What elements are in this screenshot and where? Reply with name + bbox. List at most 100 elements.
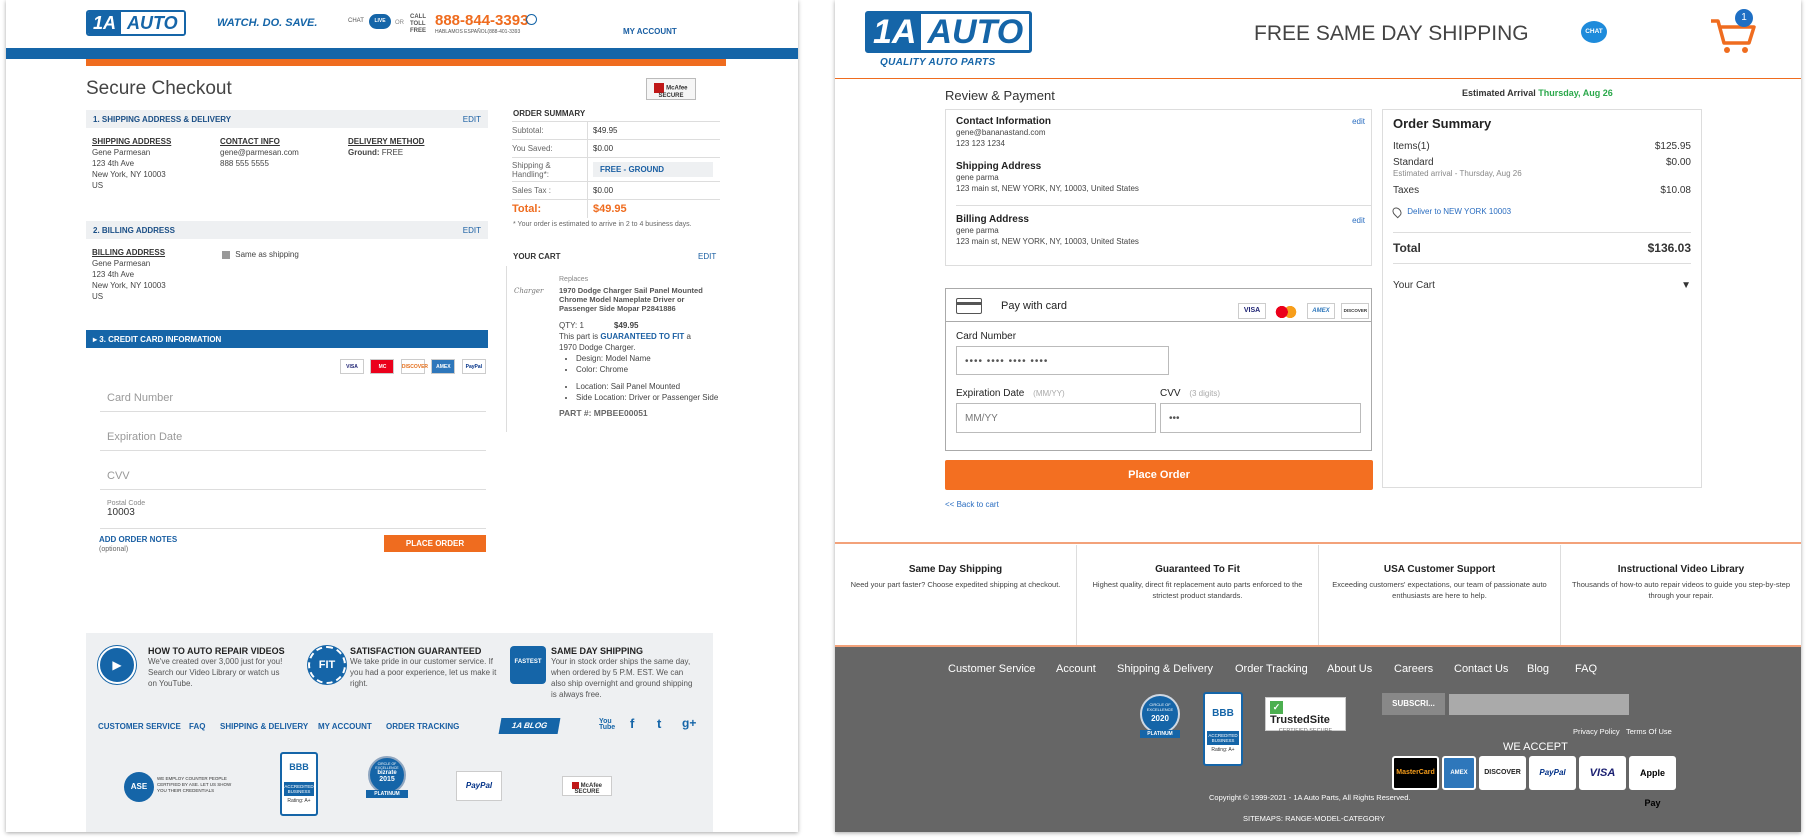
cart-count-badge: 1 — [1735, 9, 1753, 27]
youtube-icon[interactable]: You Tube — [599, 718, 615, 731]
est-arrival-row: Estimated arrival - Thursday, Aug 26 — [1393, 169, 1522, 178]
product-qty: QTY: 1 — [559, 321, 584, 330]
checkbox-icon[interactable] — [222, 250, 230, 259]
billing-address-block: BILLING ADDRESS Gene Parmesan 123 4th Av… — [92, 248, 166, 301]
review-divider — [956, 205, 1371, 206]
expiration-input[interactable]: MM/YY — [956, 403, 1156, 433]
payment-card: Pay with card VISA MC AMEX DISCOVER Card… — [945, 288, 1372, 451]
paypal-icon: PayPal — [461, 359, 486, 374]
legacy-checkout-panel: 1A AUTO WATCH. DO. SAVE. CHAT LIVE OR CA… — [6, 0, 798, 832]
order-summary-title: Order Summary — [1393, 116, 1492, 131]
subscribe-email-input[interactable] — [1449, 694, 1629, 715]
logo-subtitle: QUALITY AUTO PARTS — [880, 57, 996, 68]
expiration-input[interactable]: Expiration Date — [100, 413, 486, 451]
card-number-input[interactable]: •••• •••• •••• •••• — [956, 346, 1169, 375]
cvv-input[interactable]: ••• — [1160, 403, 1361, 433]
order-summary-card: Order Summary Items(1) $125.95 Standard $0… — [1382, 109, 1702, 488]
product-name[interactable]: 1970 Dodge Charger Sail Panel Mounted Ch… — [559, 286, 715, 313]
footer-customer-service[interactable]: Customer Service — [948, 663, 1035, 675]
place-order-button[interactable]: Place Order — [945, 460, 1373, 490]
cart-title: YOUR CART — [513, 252, 561, 261]
back-to-cart-link[interactable]: << Back to cart — [945, 500, 999, 509]
product-price: $49.95 — [614, 321, 639, 330]
edit-contact-link[interactable]: edit — [1352, 117, 1365, 126]
subtotal-row: Subtotal: $49.95 — [512, 122, 720, 140]
add-order-notes-link[interactable]: ADD ORDER NOTES — [99, 535, 177, 544]
total-row: Total: $49.95 — [512, 200, 720, 218]
or-label: OR — [395, 20, 404, 26]
shipping-block: Shipping Address gene parma 123 main st,… — [956, 161, 1139, 193]
privacy-policy-link[interactable]: Privacy Policy — [1573, 727, 1620, 736]
same-as-shipping[interactable]: Same as shipping — [222, 249, 299, 260]
card-number-input[interactable]: Card Number — [100, 374, 486, 412]
edit-billing-link[interactable]: edit — [1352, 216, 1365, 225]
my-account-link[interactable]: MY ACCOUNT — [623, 27, 677, 36]
discover-icon: DISCOVER — [400, 359, 428, 374]
sitemaps-link[interactable]: SITEMAPS: RANGE-MODEL-CATEGORY — [1243, 814, 1385, 823]
mcafee-seal: McAfee SECURE — [646, 78, 696, 100]
header-divider — [835, 78, 1801, 79]
footer-contact-us[interactable]: Contact Us — [1454, 663, 1508, 675]
terms-link[interactable]: Terms Of Use — [1626, 727, 1672, 736]
review-title: Review & Payment — [945, 88, 1055, 103]
live-chat-icon[interactable]: LIVE — [369, 14, 391, 29]
saved-row: You Saved: $0.00 — [512, 140, 720, 158]
place-order-button[interactable]: PLACE ORDER — [384, 535, 486, 552]
your-cart-toggle[interactable]: Your Cart ▼ — [1393, 280, 1691, 291]
summary-divider — [1393, 232, 1691, 233]
footer-faq[interactable]: FAQ — [1575, 663, 1597, 675]
feature-video-library: Instructional Video Library Thousands of … — [1571, 564, 1791, 600]
feature-usa-support: USA Customer Support Exceeding customers'… — [1319, 545, 1561, 645]
site-logo[interactable]: 1A AUTO — [86, 10, 186, 36]
facebook-icon[interactable]: f — [630, 716, 634, 731]
trustedsite-badge: ✓TrustedSite CERTIFIED SECURE — [1265, 697, 1346, 734]
deliver-to-link[interactable]: Deliver to NEW YORK 10003 — [1390, 205, 1691, 219]
footer-order-tracking[interactable]: ORDER TRACKING — [386, 722, 459, 731]
copyright: Copyright © 1999-2021 - 1A Auto Parts, A… — [1209, 793, 1411, 802]
footer-account[interactable]: Account — [1056, 663, 1096, 675]
site-logo-right[interactable]: 1A AUTO — [865, 11, 1033, 53]
shipping-row: Shipping & Handling*: FREE - GROUND — [512, 158, 720, 182]
footer-shipping-delivery[interactable]: Shipping & Delivery — [1117, 663, 1213, 675]
edit-shipping-link[interactable]: EDIT — [463, 115, 481, 124]
apple-pay-logo: Apple Pay — [1629, 756, 1676, 808]
tagline: WATCH. DO. SAVE. — [217, 17, 318, 29]
credit-card-icon — [956, 298, 982, 314]
footer-careers[interactable]: Careers — [1394, 663, 1433, 675]
footer-blog[interactable]: Blog — [1527, 663, 1549, 675]
postal-code-field[interactable]: Postal Code 10003 — [100, 491, 486, 529]
shipping-method-select[interactable]: FREE - GROUND — [593, 162, 713, 177]
call-toll-free: CALL TOLL FREE — [410, 14, 427, 34]
phone-number[interactable]: 888-844-3393 — [435, 12, 528, 29]
chat-icon[interactable]: CHAT — [1581, 21, 1607, 43]
footer-my-account[interactable]: MY ACCOUNT — [318, 722, 372, 731]
review-card: Contact Information gene@bananastand.com… — [945, 109, 1372, 266]
footer-customer-service[interactable]: CUSTOMER SERVICE — [98, 722, 181, 731]
google-plus-icon[interactable]: g+ — [682, 716, 696, 730]
summary-divider-2 — [1393, 263, 1691, 264]
product-thumbnail: Charger — [514, 287, 544, 295]
footer-faq[interactable]: FAQ — [189, 722, 205, 731]
location-pin-icon — [1390, 205, 1404, 219]
part-number: PART #: MPBEE00051 — [559, 408, 648, 418]
delivery-method-block: DELIVERY METHOD Ground: FREE — [348, 137, 425, 157]
blog-link[interactable]: 1A BLOG — [498, 718, 561, 734]
footer-about-us[interactable]: About Us — [1327, 663, 1372, 675]
twitter-icon[interactable]: t — [657, 716, 661, 731]
edit-billing-link[interactable]: EDIT — [463, 226, 481, 235]
optional-label: (optional) — [99, 546, 129, 553]
page-title: Secure Checkout — [86, 78, 232, 99]
footer-order-tracking[interactable]: Order Tracking — [1235, 663, 1308, 675]
edit-cart-link[interactable]: EDIT — [698, 252, 716, 261]
discover-icon: DISCOVER — [1341, 303, 1370, 319]
amex-logo: AMEX — [1442, 756, 1476, 790]
footer-shipping[interactable]: SHIPPING & DELIVERY — [220, 722, 308, 731]
subscribe-button[interactable]: SUBSCRI... — [1382, 693, 1445, 715]
feature-same-day: SAME DAY SHIPPING Your in stock order sh… — [551, 646, 693, 699]
pay-with-card-header[interactable]: Pay with card VISA MC AMEX DISCOVER — [946, 289, 1371, 322]
cart-icon[interactable]: 1 — [1709, 9, 1757, 55]
taxes-row: Taxes $10.08 — [1393, 185, 1691, 196]
cvv-input[interactable]: CVV — [100, 452, 486, 490]
credit-section-header[interactable]: ▸ 3. CREDIT CARD INFORMATION — [86, 330, 488, 348]
contact-block: Contact Information gene@bananastand.com… — [956, 116, 1051, 148]
